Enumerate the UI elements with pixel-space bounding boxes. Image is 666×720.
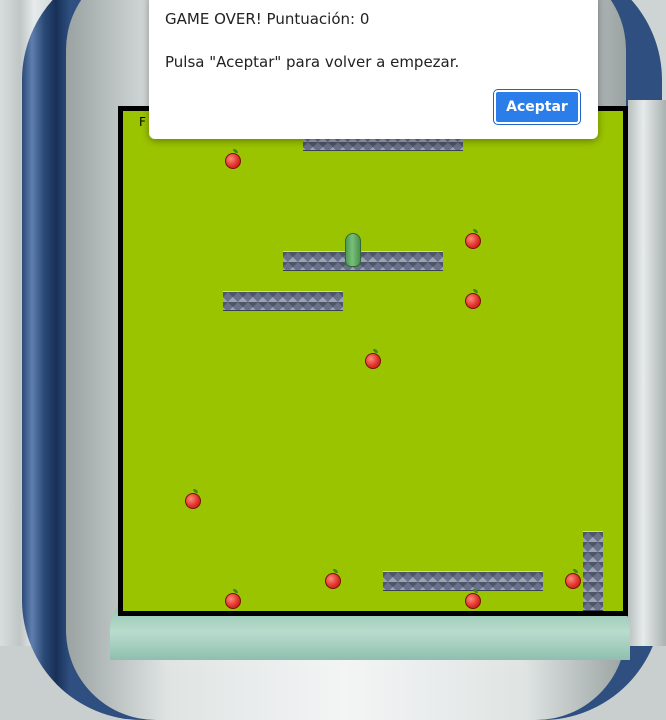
apple-icon: [465, 289, 481, 309]
dialog-title: GAME OVER! Puntuación: 0: [165, 10, 370, 28]
apple-icon: [225, 149, 241, 169]
apple-icon: [185, 489, 201, 509]
wall-middle-left: [223, 291, 343, 311]
apple-icon: [225, 589, 241, 609]
apple-icon: [565, 569, 581, 589]
dialog-message: Pulsa "Aceptar" para volver a empezar.: [165, 53, 460, 71]
wall-bottom: [383, 571, 543, 591]
snake-head: [345, 233, 361, 267]
apple-icon: [465, 589, 481, 609]
apple-icon: [465, 229, 481, 249]
game-board[interactable]: F: [118, 106, 628, 616]
game-over-dialog: GAME OVER! Puntuación: 0 Pulsa "Aceptar"…: [149, 0, 598, 139]
apple-icon: [325, 569, 341, 589]
score-label: F: [139, 115, 146, 129]
wall-bottom-right-vertical: [583, 531, 603, 611]
phone-frame-right: [628, 100, 666, 646]
wall-middle-right: [283, 251, 443, 271]
accept-button[interactable]: Aceptar: [493, 89, 581, 125]
apple-icon: [365, 349, 381, 369]
